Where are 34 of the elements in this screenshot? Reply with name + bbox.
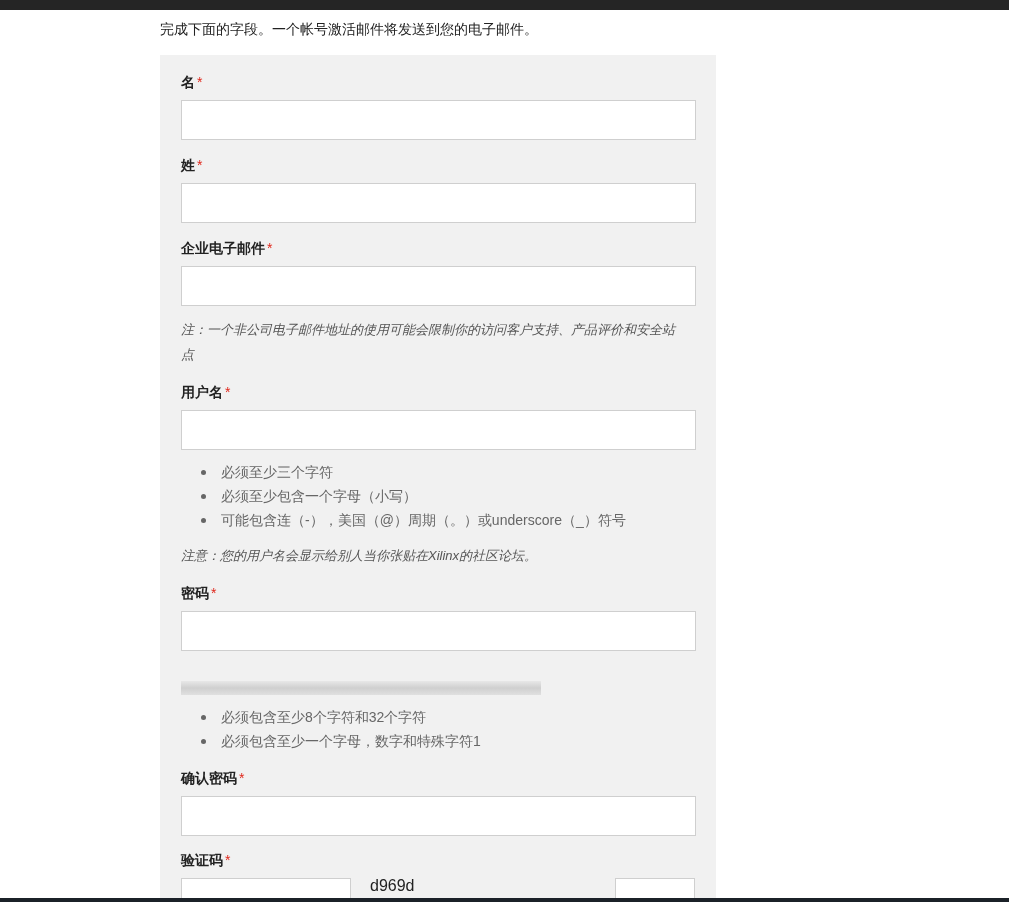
requirement-text: 可能包含连（-），美国（@）周期（。）或underscore（_）符号 bbox=[221, 510, 626, 530]
required-mark: * bbox=[225, 383, 231, 402]
input-field[interactable] bbox=[181, 410, 696, 450]
bullet-icon bbox=[201, 714, 206, 720]
required-mark: * bbox=[211, 584, 217, 603]
field-label: 企业电子邮件 bbox=[181, 239, 265, 258]
requirement-text: 必须至少包含一个字母（小写） bbox=[221, 486, 417, 506]
field-label: 确认密码 bbox=[181, 769, 237, 788]
note-text: 注意：您的用户名会显示给别人当你张贴在Xilinx的社区论坛。 bbox=[181, 547, 539, 565]
captcha-code: d969d bbox=[370, 878, 415, 894]
bullet-icon bbox=[201, 469, 206, 475]
input-field[interactable] bbox=[181, 611, 696, 651]
note-text: 注：一个非公司电子邮件地址的使用可能会限制你的访问客户支持、产品评价和安全站点 bbox=[181, 321, 678, 364]
field-label: 密码 bbox=[181, 584, 209, 603]
required-mark: * bbox=[197, 73, 203, 92]
requirement-text: 必须包含至少一个字母，数字和特殊字符1 bbox=[221, 731, 481, 751]
required-mark: * bbox=[267, 239, 273, 258]
required-mark: * bbox=[239, 769, 245, 788]
intro-text: 完成下面的字段。一个帐号激活邮件将发送到您的电子邮件。 bbox=[160, 20, 539, 39]
bullet-icon bbox=[201, 738, 206, 744]
required-mark: * bbox=[197, 156, 203, 175]
field-label: 名 bbox=[181, 73, 195, 92]
required-mark: * bbox=[225, 851, 231, 870]
input-field[interactable] bbox=[181, 100, 696, 140]
requirement-text: 必须至少三个字符 bbox=[221, 462, 333, 482]
input-field[interactable] bbox=[181, 266, 696, 306]
bullet-icon bbox=[201, 517, 206, 523]
field-label: 用户名 bbox=[181, 383, 223, 402]
requirement-text: 必须包含至少8个字符和32个字符 bbox=[221, 707, 427, 727]
field-label: 验证码 bbox=[181, 851, 223, 870]
input-field[interactable] bbox=[181, 796, 696, 836]
input-field[interactable] bbox=[181, 183, 696, 223]
bullet-icon bbox=[201, 493, 206, 499]
field-label: 姓 bbox=[181, 156, 195, 175]
